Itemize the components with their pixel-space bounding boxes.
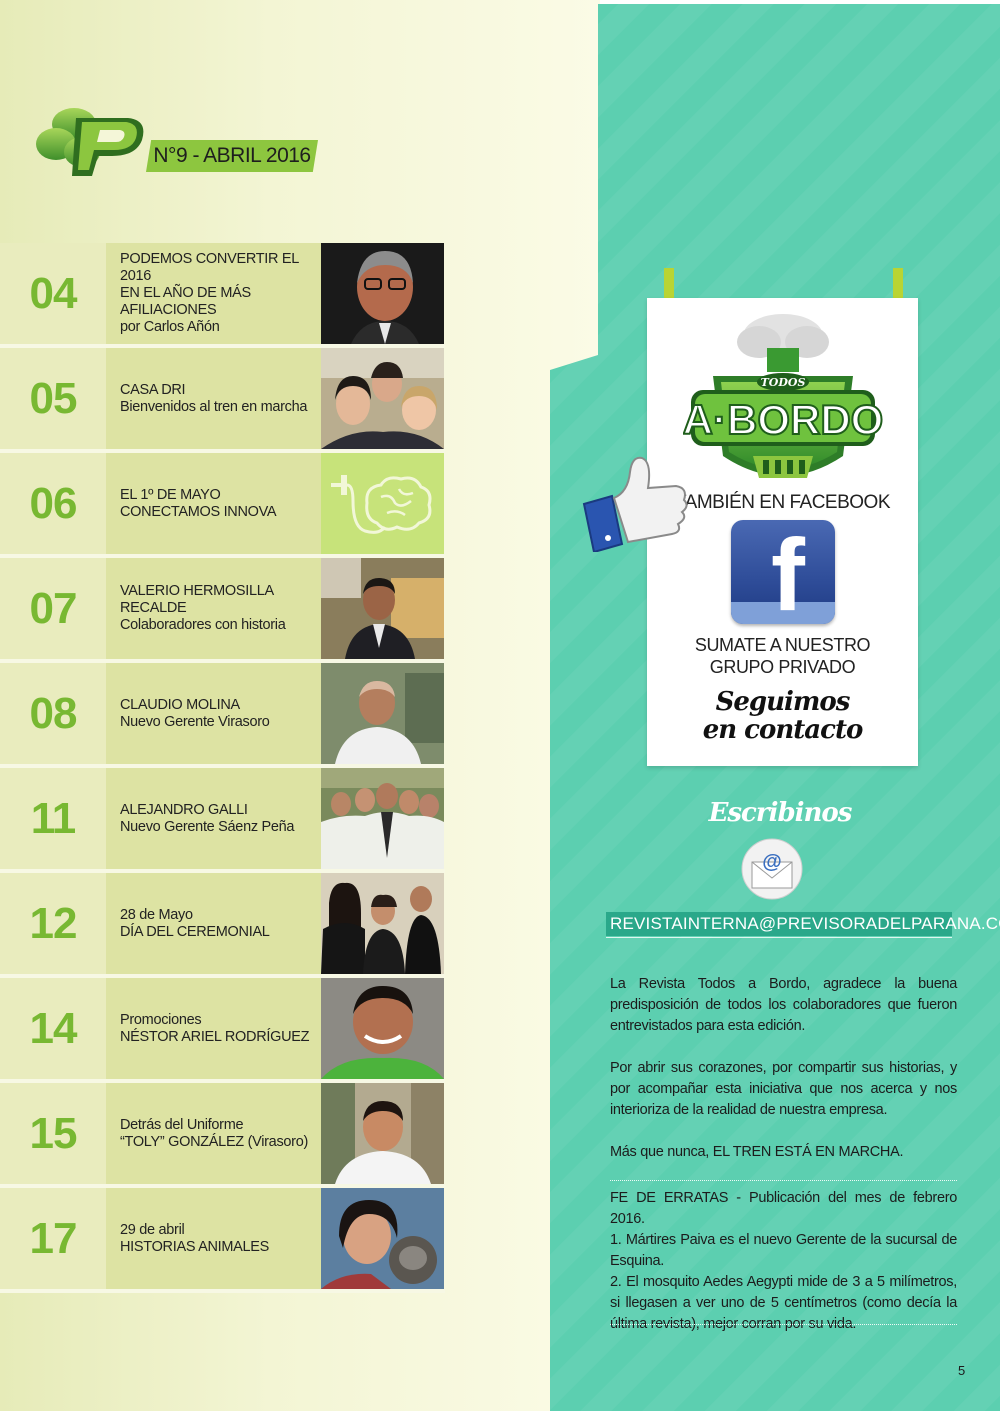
seguimos-tagline: Seguimos en contacto (647, 688, 918, 744)
tagline-line: en contacto (702, 715, 864, 745)
toc-page-cell: 12 (0, 873, 106, 974)
toc-page-number: 08 (29, 688, 78, 738)
toc-subtitle-line: DÍA DEL CEREMONIAL (120, 923, 270, 940)
toc-subtitle-line: Nuevo Gerente Sáenz Peña (120, 818, 295, 835)
toc-title-line: Detrás del Uniforme (120, 1116, 244, 1133)
toc-page-cell: 05 (0, 348, 106, 449)
toc-page-number: 06 (29, 478, 78, 528)
toc-subtitle-line: HISTORIAS ANIMALES (120, 1238, 270, 1255)
errata-paragraph: FE DE ERRATAS - Publicación del mes de f… (610, 1190, 957, 1332)
at-symbol: @ (762, 851, 782, 873)
email-address-link[interactable]: REVISTAINTERNA@PREVISORADELPARANA.COM (606, 912, 1000, 936)
toc-title-line: PODEMOS CONVERTIR EL 2016 (120, 251, 299, 284)
escribinos-heading: Escribinos (708, 798, 853, 828)
toc-photo-portrait (321, 978, 444, 1079)
toc-photo-portrait (321, 243, 444, 344)
toc-author-line: por Carlos Añón (120, 319, 220, 335)
group-line: SUMATE A NUESTRO (694, 635, 871, 655)
toc-title-line: 28 de Mayo (120, 906, 193, 923)
toc-subtitle-line: Nuevo Gerente Virasoro (120, 713, 270, 730)
dotted-divider (610, 1180, 957, 1181)
toc-subtitle-line: CONECTAMOS INNOVA (120, 503, 277, 520)
toc-title-line: Promociones (120, 1011, 202, 1028)
toc-title-line: EL 1º DE MAYO (120, 486, 221, 503)
toc-text: CASA DRI Bienvenidos al tren en marcha (106, 348, 321, 449)
toc-page-cell: 08 (0, 663, 106, 764)
toc-text: 29 de abril HISTORIAS ANIMALES (106, 1188, 321, 1289)
toc-row[interactable]: 15 Detrás del Uniforme “TOLY” GONZÁLEZ (… (0, 1083, 445, 1188)
toc-title-line: VALERIO HERMOSILLA RECALDE (120, 583, 274, 616)
toc-subtitle-line: Bienvenidos al tren en marcha (120, 398, 308, 415)
toc-title-line: ALEJANDRO GALLI (120, 801, 248, 818)
tagline-line: Seguimos (715, 687, 851, 717)
toc-text: PODEMOS CONVERTIR EL 2016 EN EL AÑO DE M… (106, 243, 321, 344)
toc-photo-group (321, 348, 444, 449)
toc-text: Promociones NÉSTOR ARIEL RODRÍGUEZ (106, 978, 321, 1079)
toc-page-number: 07 (29, 583, 78, 633)
toc-page-number: 04 (29, 268, 78, 318)
row-divider (0, 1289, 445, 1293)
toc-page-number: 14 (29, 1003, 78, 1053)
toc-page-cell: 07 (0, 558, 106, 659)
facebook-icon[interactable]: f (731, 520, 835, 624)
toc-page-number: 15 (29, 1108, 78, 1158)
toc-title-line: EN EL AÑO DE MÁS AFILIACIONES (120, 285, 251, 318)
toc-row[interactable]: 08 CLAUDIO MOLINA Nuevo Gerente Virasoro (0, 663, 445, 768)
toc-photo-group (321, 768, 444, 869)
toc-page-cell: 14 (0, 978, 106, 1079)
facebook-f-glyph: f (771, 520, 805, 624)
todos-a-bordo-logo-icon: A·BORDO TODOS (683, 314, 883, 478)
logo-big-text: A·BORDO (683, 396, 883, 443)
toc-row[interactable]: 17 29 de abril HISTORIAS ANIMALES (0, 1188, 445, 1293)
toc-photo-portrait (321, 1188, 444, 1289)
brain-plug-icon (321, 453, 444, 554)
toc-title-line: 29 de abril (120, 1221, 185, 1238)
toc-text: Detrás del Uniforme “TOLY” GONZÁLEZ (Vir… (106, 1083, 321, 1184)
toc-page-cell: 15 (0, 1083, 106, 1184)
group-invite: SUMATE A NUESTRO GRUPO PRIVADO (647, 634, 918, 678)
toc-page-number: 17 (29, 1213, 78, 1263)
dotted-divider (610, 1324, 957, 1325)
toc-photo-group (321, 873, 444, 974)
toc-row[interactable]: 07 VALERIO HERMOSILLA RECALDE Colaborado… (0, 558, 445, 663)
toc-row[interactable]: 12 28 de Mayo DÍA DEL CEREMONIAL (0, 873, 445, 978)
thanks-paragraph: Por abrir sus corazones, por compartir s… (610, 1060, 957, 1118)
toc-text: CLAUDIO MOLINA Nuevo Gerente Virasoro (106, 663, 321, 764)
toc-page-number: 12 (29, 898, 78, 948)
toc-row[interactable]: 06 EL 1º DE MAYO CONECTAMOS INNOVA (0, 453, 445, 558)
issue-badge: N°9 - ABRIL 2016 (146, 140, 318, 172)
toc-text: ALEJANDRO GALLI Nuevo Gerente Sáenz Peña (106, 768, 321, 869)
toc-text: EL 1º DE MAYO CONECTAMOS INNOVA (106, 453, 321, 554)
toc-row[interactable]: 05 CASA DRI Bienvenidos al tren en march… (0, 348, 445, 453)
thanks-paragraph: La Revista Todos a Bordo, agradece la bu… (610, 976, 957, 1034)
toc-page-number: 11 (30, 793, 77, 843)
toc-text: VALERIO HERMOSILLA RECALDE Colaboradores… (106, 558, 321, 659)
toc-page-cell: 04 (0, 243, 106, 344)
toc-title-line: CASA DRI (120, 381, 186, 398)
toc-page-number: 05 (29, 373, 78, 423)
group-line: GRUPO PRIVADO (709, 657, 856, 677)
toc-subtitle-line: NÉSTOR ARIEL RODRÍGUEZ (120, 1028, 310, 1045)
toc-row[interactable]: 04 PODEMOS CONVERTIR EL 2016 EN EL AÑO D… (0, 243, 445, 348)
toc-row[interactable]: 14 Promociones NÉSTOR ARIEL RODRÍGUEZ (0, 978, 445, 1083)
toc-photo-portrait (321, 1083, 444, 1184)
toc-photo-portrait (321, 663, 444, 764)
toc-subtitle-line: “TOLY” GONZÁLEZ (Virasoro) (120, 1133, 308, 1150)
toc-text: 28 de Mayo DÍA DEL CEREMONIAL (106, 873, 321, 974)
clover-p-logo-icon (36, 108, 144, 176)
toc-subtitle-line: Colaboradores con historia (120, 617, 286, 633)
slogan-paragraph: Más que nunca, EL TREN ESTÁ EN MARCHA. (610, 1144, 904, 1160)
logo-small-text: TODOS (761, 376, 806, 389)
page-number: 5 (958, 1363, 966, 1378)
toc-page-cell: 06 (0, 453, 106, 554)
email-icon[interactable]: @ (738, 838, 806, 900)
toc-page-cell: 11 (0, 768, 106, 869)
toc-page-cell: 17 (0, 1188, 106, 1289)
toc-title-line: CLAUDIO MOLINA (120, 696, 240, 713)
thumbs-up-icon (582, 456, 688, 552)
toc-photo-portrait (321, 558, 444, 659)
toc-row[interactable]: 11 ALEJANDRO GALLI Nuevo Gerente Sáenz P… (0, 768, 445, 873)
email-underline (606, 937, 952, 938)
